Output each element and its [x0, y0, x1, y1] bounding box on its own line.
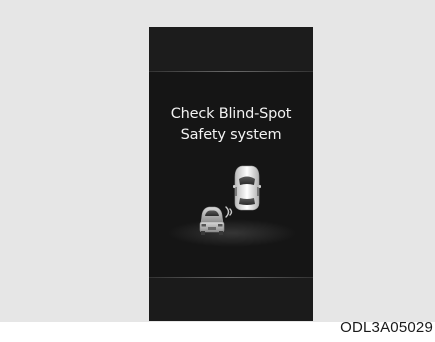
sensor-waves-icon	[225, 206, 233, 218]
display-bottom-band	[149, 278, 313, 321]
cluster-display: Check Blind-Spot Safety system	[149, 27, 313, 321]
own-vehicle-icon	[233, 165, 261, 211]
figure-code: ODL3A05029	[340, 319, 433, 336]
adjacent-vehicle-icon	[199, 206, 225, 235]
